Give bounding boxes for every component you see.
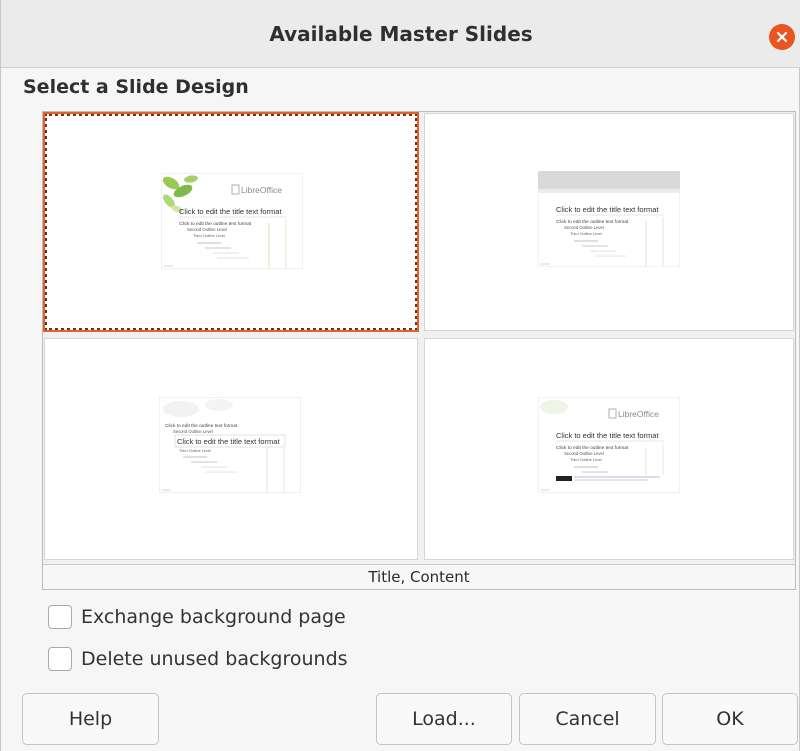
thumb-second-text: Second Outline Level: [564, 451, 604, 456]
exchange-background-checkbox[interactable]: [48, 605, 72, 629]
master-tile-4[interactable]: LibreOffice Click to edit the title text…: [424, 338, 794, 560]
slide-design-gallery: LibreOffice Click to edit the title text…: [42, 111, 796, 590]
ok-button[interactable]: OK: [662, 693, 798, 745]
slide-thumbnail: Click to edit the outline text format Se…: [159, 397, 301, 493]
thumb-third-text: Third Outline Level: [570, 458, 602, 462]
dialog-title: Available Master Slides: [269, 21, 533, 46]
close-icon: [776, 31, 788, 43]
brand-mark: LibreOffice: [618, 409, 659, 419]
thumb-title-text: Click to edit the title text format: [556, 205, 659, 214]
thumb-title-text: Click to edit the title text format: [556, 431, 659, 440]
delete-unused-label: Delete unused backgrounds: [81, 648, 348, 670]
thumb-third-text: Third Outline Level: [570, 232, 602, 236]
thumb-third-text: Third Outline Level: [193, 234, 225, 238]
slide-thumbnail: LibreOffice Click to edit the title text…: [538, 397, 680, 493]
delete-unused-checkbox[interactable]: [48, 647, 72, 671]
brand-mark: LibreOffice: [241, 185, 282, 195]
close-button[interactable]: [769, 24, 795, 50]
delete-unused-option[interactable]: Delete unused backgrounds: [48, 647, 348, 671]
master-tile-3[interactable]: Click to edit the outline text format Se…: [44, 338, 418, 560]
load-button[interactable]: Load...: [376, 693, 512, 745]
master-slides-dialog: Available Master Slides Select a Slide D…: [0, 0, 800, 751]
title-bar: Available Master Slides: [1, 0, 800, 68]
thumb-title-text: Click to edit the title text format: [177, 437, 280, 446]
cancel-button[interactable]: Cancel: [519, 693, 656, 745]
master-tile-2[interactable]: Click to edit the title text format Clic…: [424, 113, 794, 331]
section-label: Select a Slide Design: [23, 76, 249, 98]
exchange-background-label: Exchange background page: [81, 606, 346, 628]
thumb-second-text: Second Outline Level: [564, 225, 604, 230]
thumb-title-text: Click to edit the title text format: [179, 207, 282, 216]
slide-thumbnail: Click to edit the title text format Clic…: [538, 171, 680, 267]
selected-design-label: Title, Content: [43, 564, 795, 589]
master-tile-1[interactable]: LibreOffice Click to edit the title text…: [43, 112, 419, 332]
help-button[interactable]: Help: [22, 693, 159, 745]
thumb-second-text: Second Outline Level: [187, 227, 227, 232]
slide-thumbnail: LibreOffice Click to edit the title text…: [161, 173, 303, 269]
thumb-third-text: Third Outline Level: [179, 449, 211, 453]
exchange-background-option[interactable]: Exchange background page: [48, 605, 346, 629]
thumb-second-text: Second Outline Level: [173, 429, 213, 434]
